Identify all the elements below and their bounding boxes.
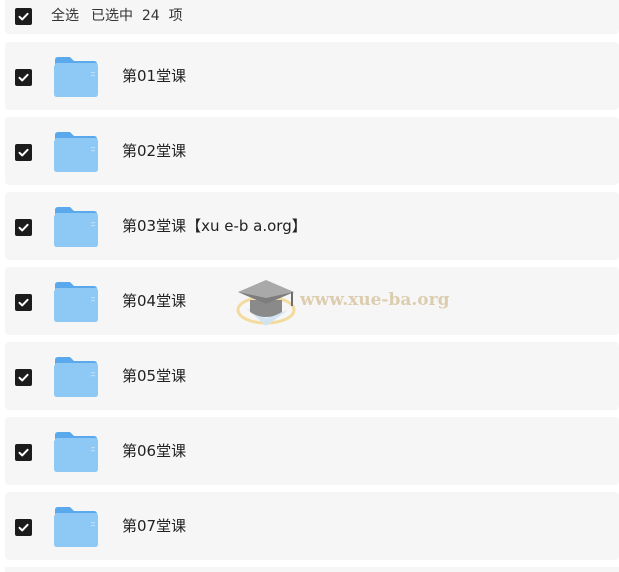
folder-name: 第02堂课 <box>122 142 187 160</box>
folder-checkbox[interactable] <box>15 69 32 86</box>
select-all-checkbox[interactable] <box>15 8 32 25</box>
folder-row[interactable]: 第07堂课 <box>5 492 619 560</box>
select-all-bar: 全选 已选中 24 项 <box>5 0 619 34</box>
checkmark-icon <box>18 148 29 157</box>
folder-name: 第04堂课 <box>122 292 187 310</box>
folder-checkbox[interactable] <box>15 144 32 161</box>
folder-row[interactable]: 第02堂课 <box>5 117 619 185</box>
folder-row[interactable]: 第04堂课 <box>5 267 619 335</box>
folder-name: 第06堂课 <box>122 442 187 460</box>
checkmark-icon <box>18 73 29 82</box>
folder-checkbox[interactable] <box>15 519 32 536</box>
next-row-edge <box>5 567 619 572</box>
folder-icon <box>53 206 99 248</box>
folder-row[interactable]: 第03堂课【xu e-b a.org】 <box>5 192 619 260</box>
checkmark-icon <box>18 523 29 532</box>
folder-checkbox[interactable] <box>15 294 32 311</box>
folder-checkbox[interactable] <box>15 369 32 386</box>
folder-name: 第05堂课 <box>122 367 187 385</box>
folder-icon <box>53 431 99 473</box>
checkmark-icon <box>18 223 29 232</box>
checkmark-icon <box>18 448 29 457</box>
checkmark-icon <box>18 373 29 382</box>
folder-icon <box>53 281 99 323</box>
folder-row[interactable]: 第05堂课 <box>5 342 619 410</box>
folder-checkbox[interactable] <box>15 219 32 236</box>
folder-row[interactable]: 第06堂课 <box>5 417 619 485</box>
folder-icon <box>53 131 99 173</box>
select-all-label[interactable]: 全选 <box>51 8 79 25</box>
folder-row[interactable]: 第01堂课 <box>5 42 619 110</box>
folder-checkbox[interactable] <box>15 444 32 461</box>
folder-icon <box>53 356 99 398</box>
checkmark-icon <box>18 298 29 307</box>
selected-count-text: 已选中 24 项 <box>91 8 183 24</box>
folder-name: 第03堂课【xu e-b a.org】 <box>122 217 307 235</box>
folder-name: 第01堂课 <box>122 67 187 85</box>
folder-icon <box>53 56 99 98</box>
file-list-panel: 全选 已选中 24 项 第01堂课第02堂课第03堂课【xu e-b a.org… <box>0 0 619 572</box>
folder-icon <box>53 506 99 548</box>
folder-name: 第07堂课 <box>122 517 187 535</box>
checkmark-icon <box>18 12 29 21</box>
